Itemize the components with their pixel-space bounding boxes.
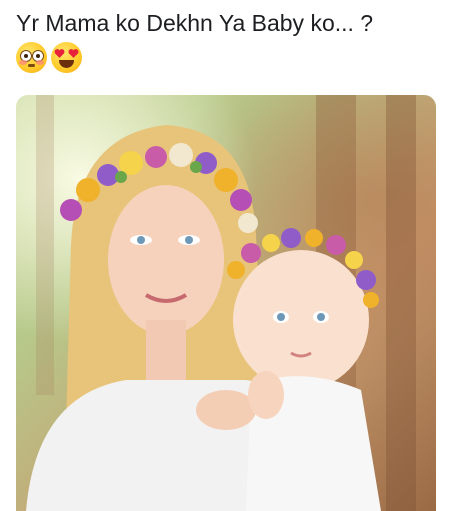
mother-and-baby-photo: [26, 95, 416, 511]
flushed-face-icon: [16, 42, 47, 73]
social-post: Yr Mama ko Dekhn Ya Baby ko... ?: [0, 0, 450, 511]
emoji-row: [16, 42, 82, 74]
post-photo[interactable]: [16, 95, 436, 511]
post-caption: Yr Mama ko Dekhn Ya Baby ko... ?: [16, 10, 374, 36]
smiling-face-with-heart-eyes-icon: [51, 42, 82, 73]
